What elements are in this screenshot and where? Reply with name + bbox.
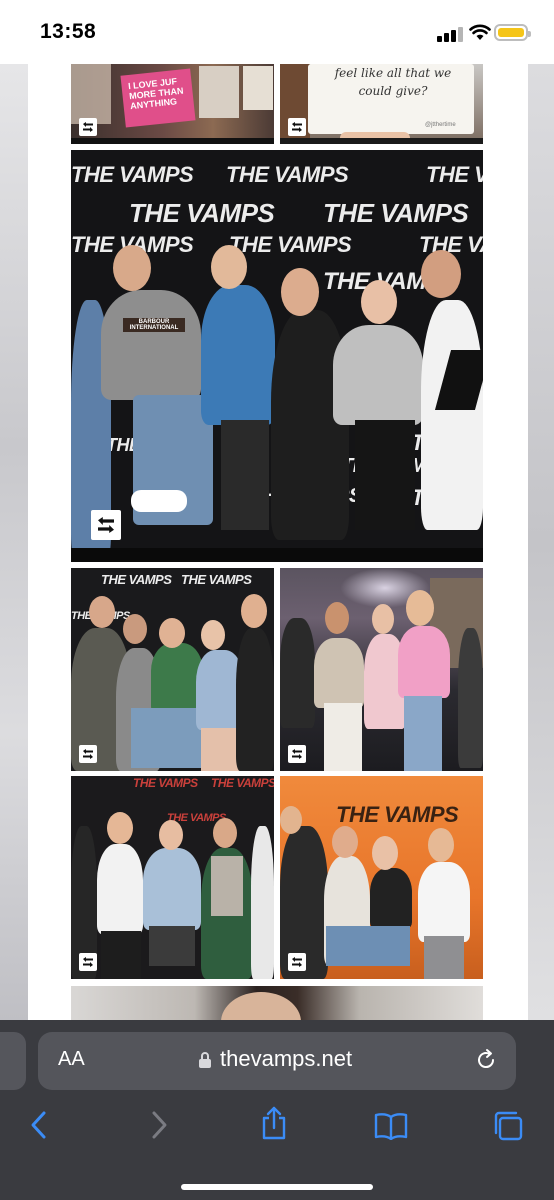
person-head: [372, 604, 394, 634]
backdrop-logo: THE VAMPS: [129, 198, 275, 228]
backdrop-logo: THE VAMPS: [229, 232, 352, 257]
person-figure: [101, 290, 201, 400]
photo-swipe-icon: [288, 118, 306, 136]
gallery-photo-4[interactable]: THE VAMPS THE VAMPS THE VAMPS: [71, 568, 274, 771]
person-figure: [280, 618, 315, 728]
backdrop-logo: THE VAMPS: [323, 198, 469, 228]
person-head: [421, 250, 461, 298]
person-head: [213, 818, 237, 848]
person-head: [428, 828, 454, 862]
person-figure: [370, 868, 412, 928]
previous-tab-peek[interactable]: [0, 1032, 26, 1090]
photo-swipe-icon: [79, 953, 97, 971]
cellular-signal-icon: [437, 26, 463, 42]
photo-swipe-icon: [288, 953, 306, 971]
backdrop-logo: THE VAMPS: [71, 162, 194, 187]
photo-2-signature: @jtthertime: [425, 122, 456, 128]
share-icon[interactable]: [260, 1106, 288, 1140]
gallery-photo-8[interactable]: [71, 986, 483, 1020]
backdrop-logo: THE VAMPS: [101, 572, 172, 587]
photo-swipe-icon: [91, 510, 121, 540]
photo-swipe-icon: [79, 745, 97, 763]
person-figure: [398, 626, 450, 698]
person-head: [406, 590, 434, 626]
person-head: [221, 992, 301, 1020]
text-size-button[interactable]: AA: [58, 1048, 85, 1071]
backdrop-logo: THE VAMPS: [336, 802, 459, 827]
person-figure: [333, 325, 423, 425]
back-chevron-icon[interactable]: [28, 1110, 50, 1140]
lock-icon: [199, 1052, 211, 1068]
page-background-right: [528, 64, 554, 1020]
person-head: [113, 245, 151, 291]
person-head: [361, 280, 397, 324]
status-time: 13:58: [40, 20, 97, 43]
person-head: [211, 245, 247, 289]
gallery-photo-2[interactable]: feel like all that we could give? @jtthe…: [280, 64, 483, 144]
person-figure: [251, 826, 274, 979]
person-figure: [236, 628, 274, 771]
person-head: [159, 820, 183, 850]
reload-icon[interactable]: [474, 1048, 498, 1072]
person-figure: [97, 844, 143, 934]
person-head: [241, 594, 267, 628]
url-text[interactable]: thevamps.net: [220, 1046, 352, 1072]
person-head: [159, 618, 185, 648]
person-head: [325, 602, 349, 634]
photo-2-note-text: feel like all that we could give?: [334, 66, 452, 98]
backdrop-logo: THE VAMPS: [426, 162, 483, 187]
backdrop-logo: THE VAMPS: [133, 776, 198, 790]
person-head: [281, 268, 319, 316]
backdrop-logo: THE VAMPS: [226, 162, 349, 187]
person-head: [372, 836, 398, 870]
person-head: [89, 596, 115, 628]
gallery-photo-3[interactable]: THE VAMPS THE VAMPS THE VAMPS THE VAMPS …: [71, 150, 483, 562]
gallery-photo-1[interactable]: I LOVE JUF MORE THAN ANYTHING: [71, 64, 274, 144]
battery-icon: [494, 24, 531, 41]
person-head: [107, 812, 133, 844]
forward-chevron-icon[interactable]: [148, 1110, 170, 1140]
address-bar[interactable]: AA thevamps.net: [38, 1032, 516, 1090]
gallery-photo-6[interactable]: THE VAMPS THE VAMPS THE VAMPS: [71, 776, 274, 979]
backdrop-logo: THE VAMPS: [211, 776, 274, 790]
photo-swipe-icon: [79, 118, 97, 136]
gallery-photo-5[interactable]: [280, 568, 483, 771]
person-head: [280, 806, 302, 834]
gallery-container: I LOVE JUF MORE THAN ANYTHING feel like …: [28, 64, 528, 1020]
shirt-text: BARBOUR INTERNATIONAL: [123, 318, 185, 332]
tabs-icon[interactable]: [492, 1110, 524, 1142]
person-head: [332, 826, 358, 858]
person-head: [123, 614, 147, 644]
person-figure: [143, 848, 201, 930]
web-page[interactable]: I LOVE JUF MORE THAN ANYTHING feel like …: [0, 64, 554, 1020]
wifi-icon: [469, 24, 491, 40]
home-indicator[interactable]: [181, 1184, 373, 1190]
person-figure: [458, 628, 483, 768]
person-head: [201, 620, 225, 650]
backdrop-logo: THE VAMPS: [181, 572, 252, 587]
person-figure: [201, 285, 275, 425]
status-bar: 13:58: [0, 0, 554, 64]
text-size-label: AA: [58, 1048, 85, 1070]
book-icon[interactable]: [373, 1112, 409, 1140]
person-figure: [421, 300, 483, 530]
photo-swipe-icon: [288, 745, 306, 763]
person-figure: [314, 638, 364, 708]
page-background-left: [0, 64, 28, 1020]
browser-toolbar: AA thevamps.net: [0, 1020, 554, 1200]
gallery-photo-7[interactable]: THE VAMPS: [280, 776, 483, 979]
person-figure: [418, 862, 470, 942]
